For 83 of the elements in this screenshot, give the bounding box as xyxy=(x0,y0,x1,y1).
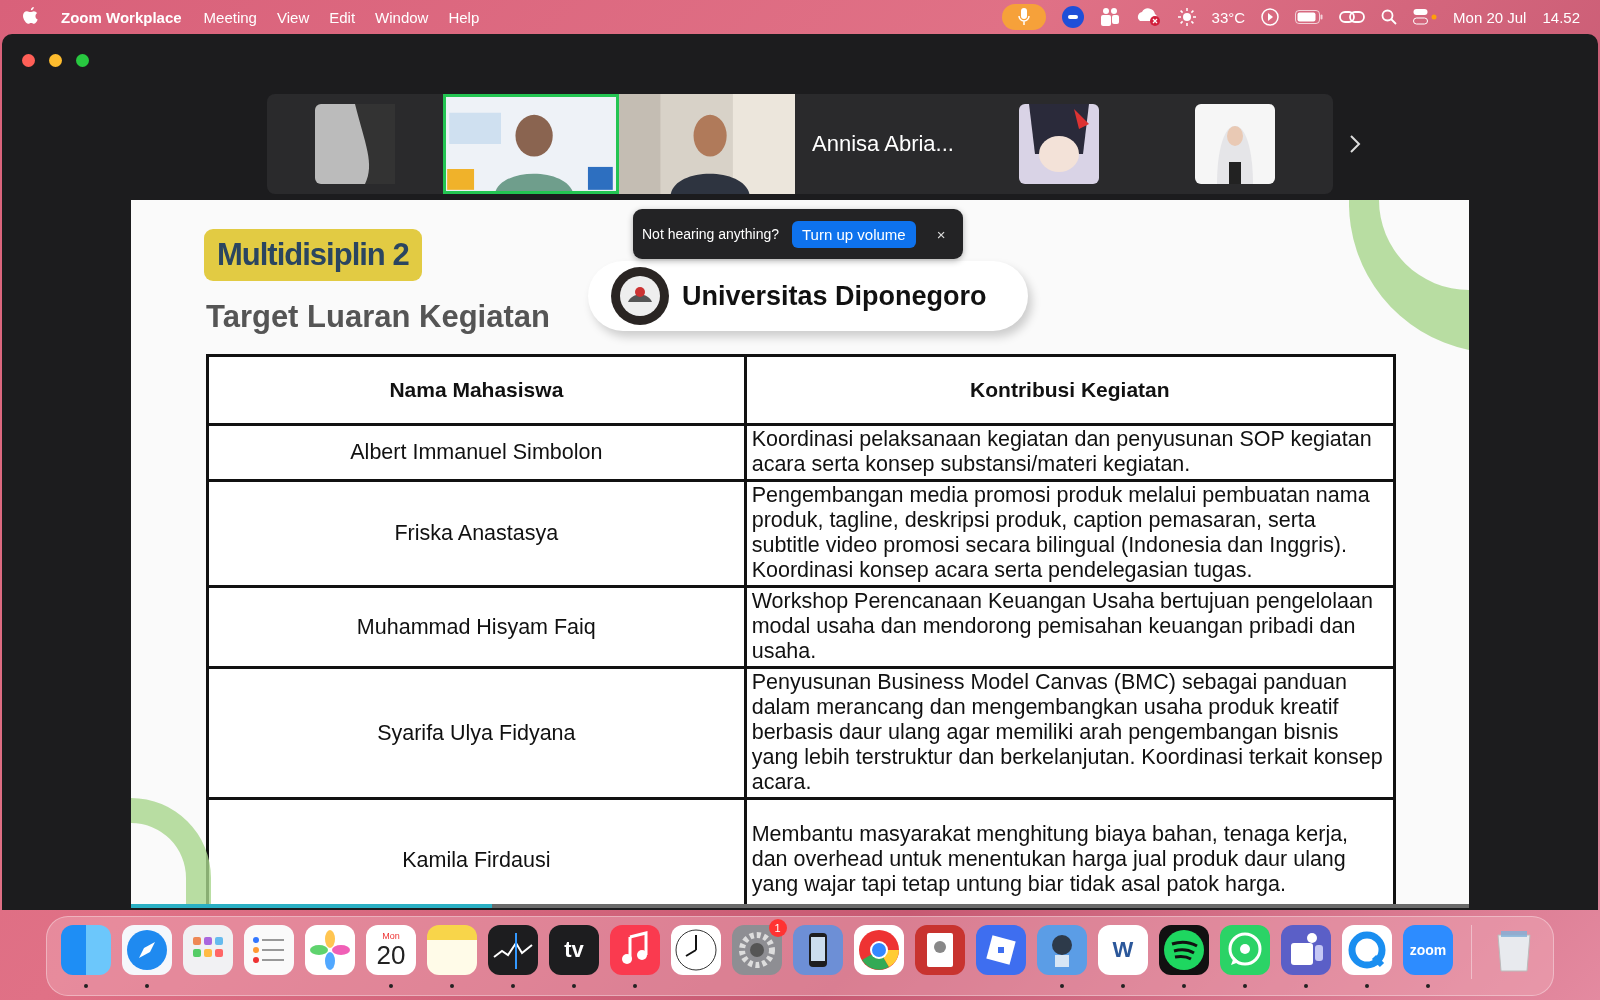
photo-frame-icon[interactable] xyxy=(915,925,965,975)
toast-message: Not hearing anything? xyxy=(642,226,779,242)
chevron-right-icon[interactable] xyxy=(1349,134,1361,154)
running-indicator xyxy=(511,984,515,988)
search-icon[interactable] xyxy=(1381,9,1398,25)
close-button[interactable] xyxy=(22,54,35,67)
music-note-icon[interactable] xyxy=(610,925,660,975)
close-button[interactable]: × xyxy=(932,225,950,243)
grid-icon[interactable] xyxy=(183,925,233,975)
apple-icon[interactable] xyxy=(22,7,39,27)
app-icon[interactable]: zoom xyxy=(1403,925,1453,975)
document-icon[interactable]: W xyxy=(1098,925,1148,975)
time-text[interactable]: 14.52 xyxy=(1542,8,1580,26)
menu-item[interactable]: Window xyxy=(375,8,429,26)
menu-item[interactable]: Meeting xyxy=(203,8,257,26)
running-indicator xyxy=(633,984,637,988)
menu-item[interactable]: View xyxy=(276,8,310,26)
ring-icon[interactable] xyxy=(854,925,904,975)
running-indicator xyxy=(84,984,88,988)
running-indicator xyxy=(145,984,149,988)
tv-icon[interactable]: tv xyxy=(549,925,599,975)
running-indicator xyxy=(572,984,576,988)
column-header: Nama Mahasiswa xyxy=(207,355,746,425)
cloud-error-icon[interactable] xyxy=(1135,7,1162,27)
gear-icon[interactable] xyxy=(732,925,782,975)
running-indicator xyxy=(1426,984,1430,988)
people-icon[interactable] xyxy=(1099,7,1120,27)
icon-label: zoom xyxy=(1409,942,1447,958)
compass-icon[interactable] xyxy=(122,925,172,975)
running-indicator xyxy=(1304,984,1308,988)
turn-up-volume-button[interactable]: Turn up volume xyxy=(792,220,916,248)
running-indicator xyxy=(450,984,454,988)
people-icon[interactable] xyxy=(1281,925,1331,975)
calendar-weekday: Mon xyxy=(382,931,400,941)
flower-icon[interactable] xyxy=(305,925,355,975)
table-cell: Penyusunan Business Model Canvas (BMC) sebagai panduan dalam merancang dan mengembangkan usaha produk kreatif berbasis daur ulang agar memiliki arah pengembangan bisnis yang lebih terstruktur dan berkelanjutan. Koordinasi terkait konsep acara. xyxy=(745,667,1395,799)
running-indicator xyxy=(1182,984,1186,988)
tilted-square-icon[interactable] xyxy=(976,925,1026,975)
link-icon[interactable] xyxy=(1339,9,1366,25)
participant-name[interactable]: Annisa Abria... xyxy=(812,131,954,157)
notification-badge: 1 xyxy=(768,919,787,937)
temperature-text[interactable]: 33°C xyxy=(1211,8,1246,26)
emblem-icon xyxy=(609,266,670,326)
microphone-indicator[interactable] xyxy=(1001,4,1046,30)
play-icon[interactable] xyxy=(1261,8,1280,26)
running-indicator xyxy=(1243,984,1247,988)
table-cell: Koordinasi pelaksanaan kegiatan dan penyusunan SOP kegiatan acara serta konsep substansi/materi kegiatan. xyxy=(745,424,1395,481)
menu-item[interactable]: Edit xyxy=(329,8,356,26)
zoom-button[interactable] xyxy=(76,54,89,67)
table-cell: Workshop Perencanaan Keuangan Usaha bertujuan pengelolaan modal usaha dan mendorong pemisahan keuangan pribadi dan usaha. xyxy=(745,586,1395,668)
calendar-icon[interactable]: Mon 20 xyxy=(366,925,416,975)
course-badge: Multidisiplin 2 xyxy=(204,229,422,281)
battery-icon[interactable] xyxy=(1295,10,1324,24)
university-name: Universitas Diponegoro xyxy=(681,280,987,312)
list-icon[interactable] xyxy=(244,925,294,975)
table-cell: Syarifa Ulya Fidyana xyxy=(207,667,746,799)
clock-icon[interactable] xyxy=(671,925,721,975)
icon-label: W xyxy=(1112,937,1134,963)
app-menu[interactable]: Zoom Workplace xyxy=(61,8,182,26)
chart-icon[interactable] xyxy=(488,925,538,975)
chat-phone-icon[interactable] xyxy=(1220,925,1270,975)
running-indicator xyxy=(389,984,393,988)
phone-icon[interactable] xyxy=(793,925,843,975)
icon-label: tv xyxy=(564,937,584,963)
menu-item[interactable]: Help xyxy=(448,8,480,26)
zm-icon[interactable] xyxy=(1061,6,1084,28)
notepad-icon[interactable] xyxy=(427,925,477,975)
column-header: Kontribusi Kegiatan xyxy=(745,355,1395,425)
calendar-day: 20 xyxy=(376,941,406,969)
control-center-icon[interactable] xyxy=(1413,8,1438,26)
running-indicator xyxy=(1121,984,1125,988)
slide-title: Target Luaran Kegiatan xyxy=(206,299,550,335)
date-text[interactable]: Mon 20 Jul xyxy=(1453,8,1527,26)
running-indicator xyxy=(1060,984,1064,988)
sound-waves-icon[interactable] xyxy=(1159,925,1209,975)
running-indicator xyxy=(1365,984,1369,988)
table-cell: Pengembangan media promosi produk melalui pembuatan nama produk, tagline, deskripsi produk, caption pemasaran, serta subtitle video promosi secara bilingual (Indonesia dan Inggris). Koordinasi konsep acara serta pendelegasian tugas. xyxy=(745,480,1395,587)
minimize-button[interactable] xyxy=(49,54,62,67)
table-cell: Friska Anastasya xyxy=(207,480,746,587)
table-cell: Muhammad Hisyam Faiq xyxy=(207,586,746,668)
sun-icon[interactable] xyxy=(1177,8,1196,26)
table-cell: Albert Immanuel Simbolon xyxy=(207,424,746,481)
q-ring-icon[interactable] xyxy=(1342,925,1392,975)
